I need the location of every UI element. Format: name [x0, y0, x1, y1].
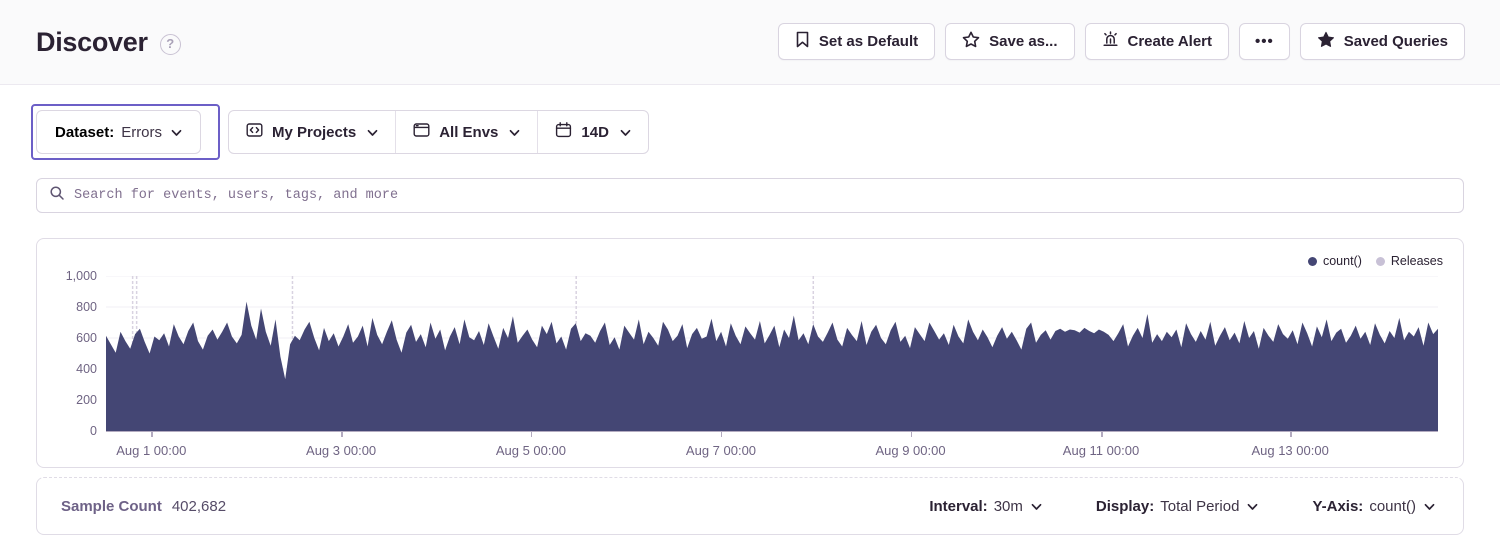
y-axis-tick-label: 0	[39, 424, 97, 438]
environment-filter[interactable]: All Envs	[396, 111, 537, 153]
y-axis-tick-label: 1,000	[39, 269, 97, 283]
ellipsis-icon: •••	[1255, 33, 1274, 50]
save-as-label: Save as...	[989, 33, 1057, 50]
project-icon	[246, 122, 263, 142]
dataset-dropdown[interactable]: Dataset: Errors	[36, 110, 201, 154]
chevron-down-icon	[509, 124, 520, 141]
interval-dropdown[interactable]: Interval: 30m	[929, 498, 1042, 515]
x-axis-tick-label: Aug 7 00:00	[661, 443, 781, 458]
yaxis-value: count()	[1369, 498, 1416, 515]
yaxis-label: Y-Axis:	[1312, 498, 1363, 515]
interval-label: Interval:	[929, 498, 987, 515]
siren-icon	[1102, 31, 1119, 52]
search-input[interactable]	[74, 188, 1451, 203]
interval-value: 30m	[994, 498, 1023, 515]
legend-releases-label: Releases	[1391, 254, 1443, 268]
saved-queries-button[interactable]: Saved Queries	[1300, 23, 1465, 60]
x-axis-tick-label: Aug 3 00:00	[281, 443, 401, 458]
create-alert-label: Create Alert	[1128, 33, 1212, 50]
dataset-label: Dataset:	[55, 124, 114, 141]
chart-footer: Sample Count 402,682 Interval: 30m Displ…	[36, 477, 1464, 535]
yaxis-dropdown[interactable]: Y-Axis: count()	[1312, 498, 1435, 515]
display-dropdown[interactable]: Display: Total Period	[1096, 498, 1259, 515]
display-value: Total Period	[1160, 498, 1239, 515]
create-alert-button[interactable]: Create Alert	[1085, 23, 1229, 60]
x-axis-tick	[911, 432, 913, 437]
legend-item-count[interactable]: count()	[1308, 254, 1362, 268]
x-axis-tick	[341, 432, 343, 437]
chevron-down-icon	[1424, 498, 1435, 515]
star-outline-icon	[962, 31, 980, 52]
chevron-down-icon	[367, 124, 378, 141]
date-range-label: 14D	[581, 124, 609, 141]
saved-queries-label: Saved Queries	[1344, 33, 1448, 50]
x-axis-tick	[1101, 432, 1103, 437]
legend-count-label: count()	[1323, 254, 1362, 268]
search-bar	[36, 178, 1464, 213]
x-axis-line	[106, 431, 1438, 432]
search-icon	[49, 185, 65, 206]
x-axis-tick-label: Aug 1 00:00	[91, 443, 211, 458]
plot-area[interactable]	[106, 276, 1438, 431]
chart-legend: count() Releases	[1308, 254, 1443, 268]
header-actions: Set as Default Save as... Create Alert •…	[778, 23, 1465, 60]
sample-count-label: Sample Count	[61, 498, 162, 515]
more-options-button[interactable]: •••	[1239, 23, 1290, 60]
chart-panel: count() Releases 0 200 400 600 800 1,000 Aug …	[36, 238, 1464, 468]
set-as-default-button[interactable]: Set as Default	[778, 23, 935, 60]
x-axis-tick	[531, 432, 533, 437]
star-filled-icon	[1317, 31, 1335, 52]
count-series-dot	[1308, 257, 1317, 266]
dataset-value: Errors	[121, 124, 162, 141]
sample-count: Sample Count 402,682	[61, 498, 226, 515]
display-label: Display:	[1096, 498, 1154, 515]
environment-filter-label: All Envs	[439, 124, 498, 141]
save-as-button[interactable]: Save as...	[945, 23, 1074, 60]
chevron-down-icon	[1247, 498, 1258, 515]
date-range-filter[interactable]: 14D	[538, 111, 648, 153]
y-axis-tick-label: 200	[39, 393, 97, 407]
y-axis-tick-label: 600	[39, 331, 97, 345]
chevron-down-icon	[1031, 498, 1042, 515]
page-title: Discover	[36, 27, 148, 58]
x-axis-tick	[1290, 432, 1292, 437]
x-axis-tick	[151, 432, 153, 437]
chevron-down-icon	[171, 124, 182, 141]
window-icon	[413, 122, 430, 142]
x-axis-tick-label: Aug 13 00:00	[1230, 443, 1350, 458]
releases-dot	[1376, 257, 1385, 266]
x-axis-tick-label: Aug 11 00:00	[1041, 443, 1161, 458]
x-axis-tick	[721, 432, 723, 437]
page-header: Discover ? Set as Default Save as...	[0, 0, 1500, 85]
projects-filter-label: My Projects	[272, 124, 356, 141]
calendar-icon	[555, 122, 572, 142]
x-axis-tick-label: Aug 5 00:00	[471, 443, 591, 458]
help-icon[interactable]: ?	[160, 34, 181, 55]
y-axis-tick-label: 400	[39, 362, 97, 376]
legend-item-releases[interactable]: Releases	[1376, 254, 1443, 268]
sample-count-value: 402,682	[172, 498, 226, 515]
footer-controls: Interval: 30m Display: Total Period Y-Ax…	[929, 498, 1435, 515]
bookmark-icon	[795, 31, 810, 52]
y-axis-tick-label: 800	[39, 300, 97, 314]
set-as-default-label: Set as Default	[819, 33, 918, 50]
projects-filter[interactable]: My Projects	[229, 111, 395, 153]
filter-row: Dataset: Errors My Projects	[0, 104, 1500, 162]
x-axis-tick-label: Aug 9 00:00	[851, 443, 971, 458]
chevron-down-icon	[620, 124, 631, 141]
page-filter-group: My Projects All Envs	[228, 110, 649, 154]
